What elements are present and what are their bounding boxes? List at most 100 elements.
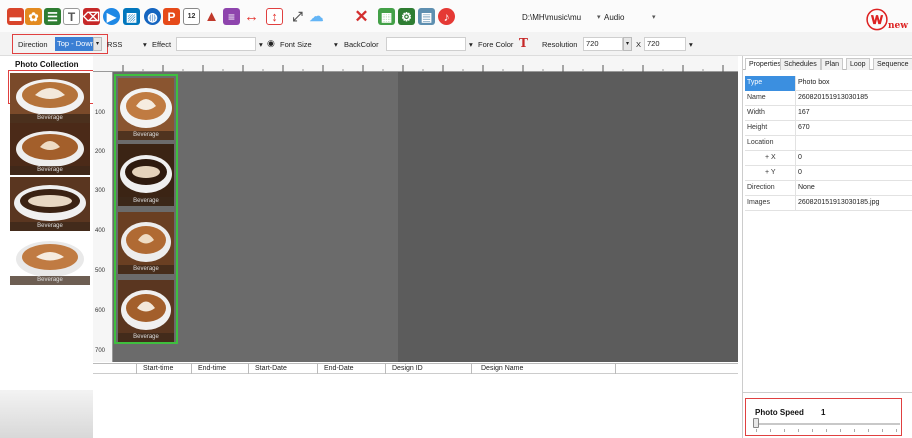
font-dropdown-arrow[interactable]: ▾	[259, 40, 263, 49]
pyramid-icon[interactable]: ▲	[203, 8, 220, 25]
clock-icon[interactable]: 12	[183, 8, 200, 25]
column-start-date[interactable]: Start-Date	[255, 365, 287, 372]
property-divider	[795, 181, 796, 196]
ruler-mark: 500	[95, 268, 106, 274]
network-icon[interactable]: ⚙	[398, 8, 415, 25]
tab-loop[interactable]: Loop	[846, 58, 870, 70]
direction-dropdown-icon[interactable]: ▾	[93, 37, 102, 51]
ruler-mark: 300	[95, 188, 106, 194]
settings-gear-icon[interactable]: ✿	[25, 8, 42, 25]
list-icon[interactable]: ☰	[44, 8, 61, 25]
marquee-icon[interactable]: ≡	[223, 8, 240, 25]
photobox-item[interactable]: Beverage	[118, 212, 174, 274]
globe-icon[interactable]: ◍	[144, 8, 161, 25]
property-row-type[interactable]: Type Photo box	[745, 76, 912, 91]
font-size-label: Font Size	[280, 40, 312, 49]
tab-plan[interactable]: Plan	[821, 58, 844, 70]
vertical-move-icon[interactable]: ↕	[266, 8, 283, 25]
delete-icon[interactable]: ✕	[353, 7, 370, 26]
direction-select[interactable]: Top - Down	[55, 37, 93, 51]
slider-tick	[882, 429, 883, 432]
column-end-date[interactable]: End-Date	[324, 365, 354, 372]
column-divider	[191, 364, 192, 374]
resize-icon[interactable]: ⤢	[289, 8, 306, 25]
collection-item[interactable]: Beverage	[10, 233, 90, 285]
photobox-item[interactable]: Beverage	[118, 280, 174, 342]
audio-label: Audio	[604, 13, 625, 22]
tab-sequence[interactable]: Sequence	[873, 58, 912, 70]
audio-icon[interactable]: ♪	[438, 8, 455, 25]
tab-properties[interactable]: Properties	[745, 58, 785, 70]
collection-item[interactable]: Beverage	[10, 123, 90, 175]
column-design-id[interactable]: Design ID	[392, 365, 423, 372]
property-row-name[interactable]: Name 260820151913030185	[745, 91, 912, 106]
property-value: 0	[798, 154, 802, 161]
text-color-icon[interactable]: T	[519, 36, 528, 50]
property-row-location[interactable]: Location	[745, 136, 912, 151]
resolution-label: Resolution	[542, 40, 578, 49]
effect-dropdown-arrow[interactable]: ▾	[143, 40, 147, 49]
direction-label: Direction	[18, 40, 48, 49]
brand-logo: ⓦnew	[866, 3, 910, 34]
property-divider	[795, 121, 796, 136]
property-row-width[interactable]: Width 167	[745, 106, 912, 121]
main-toolbar: ▬ ✿ ☰ T ⌫ ▶ ▨ ◍ P 12 ▲ ≡ ↔ ↕ ⤢ ☁ ✕ ▦ ⚙ ▤…	[0, 0, 912, 34]
resolution-height-input[interactable]: 720	[644, 37, 686, 51]
bottom-left-panel	[0, 390, 93, 438]
property-key: Direction	[747, 184, 775, 191]
server-icon[interactable]: ▤	[418, 8, 435, 25]
collection-item[interactable]: Beverage	[10, 177, 90, 231]
property-row-height[interactable]: Height 670	[745, 121, 912, 136]
logo-mark-icon: ⓦ	[866, 8, 889, 34]
schedule-table-body[interactable]	[93, 374, 738, 438]
cloud-icon[interactable]: ☁	[308, 8, 325, 25]
text-tool-icon[interactable]: T	[63, 8, 80, 25]
photobox-item[interactable]: Beverage	[118, 78, 174, 140]
slider-tick	[756, 429, 757, 432]
tab-schedules[interactable]: Schedules	[780, 58, 821, 70]
rss-label: RSS	[107, 40, 123, 49]
database-icon[interactable]: ▦	[378, 8, 395, 25]
forecolor-label: Fore Color	[478, 40, 514, 49]
forecolor-dropdown-arrow[interactable]: ▾	[469, 40, 473, 49]
photo-speed-slider-thumb[interactable]	[753, 418, 759, 428]
property-divider	[795, 76, 796, 91]
collection-item[interactable]: Beverage	[10, 73, 90, 123]
audio-options-arrow[interactable]: ▾	[652, 13, 656, 21]
backcolor-label: BackColor	[344, 40, 379, 49]
photo-box[interactable]: Beverage Beverage Beverage Beverage	[114, 74, 178, 344]
photobox-item[interactable]: Beverage	[118, 144, 174, 206]
audio-dropdown-arrow[interactable]: ▾	[597, 13, 601, 21]
resolution-dropdown-icon[interactable]: ▾	[623, 37, 632, 51]
property-divider	[795, 166, 796, 181]
horizontal-move-icon[interactable]: ↔	[243, 8, 260, 25]
design-canvas-outer[interactable]	[398, 72, 738, 362]
property-row-y[interactable]: + Y 0	[745, 166, 912, 181]
property-row-direction[interactable]: Direction None	[745, 181, 912, 196]
ppt-icon[interactable]: P	[163, 8, 180, 25]
collection-title: Photo Collection	[15, 60, 79, 69]
column-design-name[interactable]: Design Name	[481, 365, 523, 372]
backcolor-select[interactable]	[386, 37, 466, 51]
logo-text: new	[888, 21, 909, 31]
effect-select[interactable]	[176, 37, 256, 51]
column-end-time[interactable]: End-time	[198, 365, 226, 372]
open-folder-icon[interactable]: ▬	[7, 8, 24, 25]
height-dropdown-arrow[interactable]: ▾	[689, 40, 693, 49]
column-divider	[136, 364, 137, 374]
item-label: Beverage	[10, 222, 90, 231]
ruler-mark: 700	[95, 348, 106, 354]
image-icon[interactable]: ▨	[123, 8, 140, 25]
photo-speed-track[interactable]	[755, 423, 900, 425]
slider-tick	[770, 429, 771, 432]
backcolor-dropdown-arrow[interactable]: ▾	[334, 40, 338, 49]
play-icon[interactable]: ▶	[103, 8, 120, 25]
property-row-images[interactable]: Images 260820151913030185.jpg	[745, 196, 912, 211]
item-label: Beverage	[10, 276, 90, 285]
erase-icon[interactable]: ⌫	[83, 8, 100, 25]
slider-tick	[812, 429, 813, 432]
column-start-time[interactable]: Start-time	[143, 365, 173, 372]
panel-tabs: Properties Schedules Plan Loop Sequence	[743, 58, 912, 70]
resolution-width-input[interactable]: 720	[583, 37, 623, 51]
property-row-x[interactable]: + X 0	[745, 151, 912, 166]
